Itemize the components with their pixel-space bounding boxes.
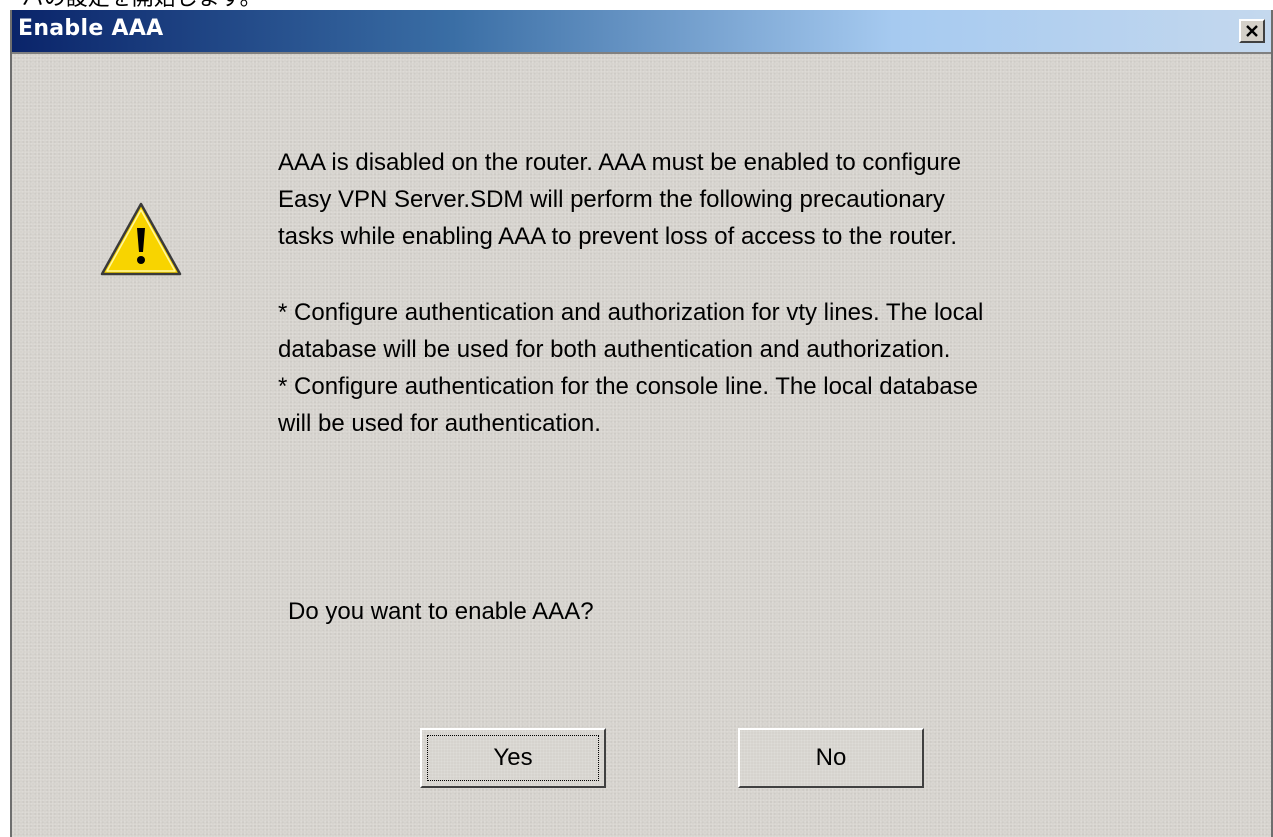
message-line: AAA is disabled on the router. AAA must …	[278, 149, 962, 176]
message-line: Easy VPN Server.SDM will perform the fol…	[278, 186, 945, 213]
detail-line: will be used for authentication.	[278, 410, 601, 437]
close-button[interactable]	[1239, 19, 1265, 43]
detail-line: database will be used for both authentic…	[278, 336, 951, 363]
no-button-label: No	[815, 744, 847, 771]
enable-aaa-dialog: Enable AAA AAA is disabled on the router…	[10, 10, 1273, 837]
detail-line: * Configure authentication for the conso…	[278, 373, 979, 400]
dialog-question: Do you want to enable AAA?	[288, 598, 594, 625]
yes-button[interactable]: Yes	[420, 728, 606, 788]
dialog-message: AAA is disabled on the router. AAA must …	[278, 144, 1258, 255]
dialog-titlebar[interactable]: Enable AAA	[12, 10, 1271, 54]
no-button[interactable]: No	[738, 728, 924, 788]
detail-line: * Configure authentication and authoriza…	[278, 299, 984, 326]
close-icon	[1245, 24, 1259, 38]
page-caption: ーバの設定を開始します。	[0, 0, 262, 10]
dialog-title: Enable AAA	[18, 16, 164, 41]
yes-button-label: Yes	[493, 744, 533, 771]
message-line: tasks while enabling AAA to prevent loss…	[278, 223, 958, 250]
dialog-details: * Configure authentication and authoriza…	[278, 294, 983, 442]
warning-icon	[98, 200, 184, 280]
